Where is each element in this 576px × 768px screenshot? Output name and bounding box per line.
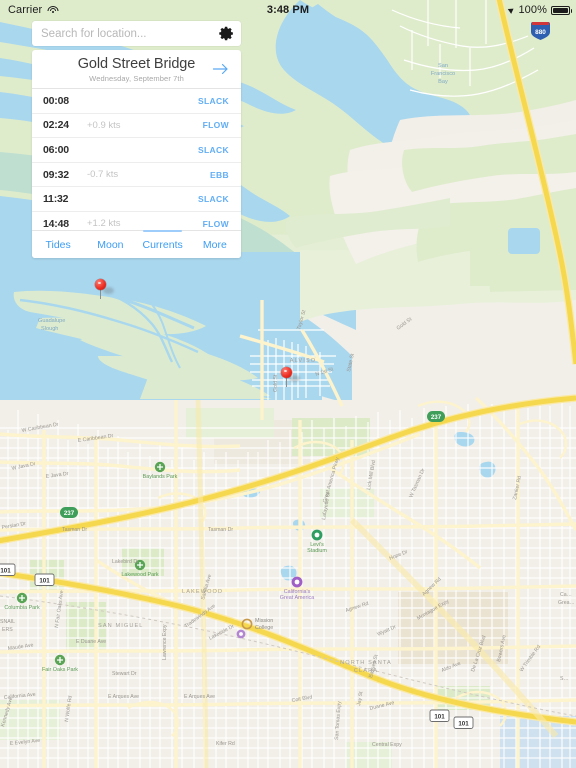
- row-time: 09:32: [43, 168, 69, 181]
- svg-text:Lakebird Dr: Lakebird Dr: [112, 559, 139, 565]
- svg-text:Stewart Dr: Stewart Dr: [112, 671, 137, 677]
- tab-label: Moon: [97, 238, 124, 251]
- table-row[interactable]: 11:32 SLACK: [32, 186, 241, 211]
- svg-text:237: 237: [431, 414, 442, 421]
- svg-text:Columbia Park: Columbia Park: [4, 605, 40, 611]
- tab-label: Currents: [142, 238, 183, 251]
- pin-guadalupe-slough[interactable]: [95, 279, 114, 299]
- location-arrow-icon: [508, 6, 516, 14]
- row-speed: +0.9 kts: [87, 119, 121, 131]
- row-time: 11:32: [43, 193, 69, 206]
- svg-text:College: College: [255, 625, 273, 631]
- table-row[interactable]: 09:32 -0.7 kts EBB: [32, 161, 241, 187]
- gear-icon[interactable]: [218, 25, 235, 42]
- svg-text:Bay: Bay: [438, 79, 448, 85]
- station-title: Gold Street Bridge: [77, 56, 196, 72]
- battery-full-icon: [551, 5, 572, 15]
- row-state: FLOW: [202, 120, 229, 131]
- svg-text:Tasman Dr: Tasman Dr: [208, 527, 233, 533]
- svg-text:NORTH SANTA: NORTH SANTA: [340, 660, 392, 666]
- svg-text:Kifer Rd: Kifer Rd: [216, 741, 235, 747]
- status-bar: Carrier 3:48 PM 100%: [0, 0, 576, 20]
- battery-percent-label: 100%: [518, 4, 547, 16]
- tab-currents[interactable]: Currents: [137, 229, 189, 258]
- svg-text:880: 880: [535, 29, 546, 36]
- search-bar[interactable]: [32, 21, 241, 46]
- row-speed: -0.7 kts: [87, 169, 119, 181]
- svg-text:Ca…: Ca…: [560, 592, 572, 598]
- card-header: Gold Street Bridge Wednesday, September …: [32, 50, 241, 88]
- svg-text:ALVISO: ALVISO: [290, 358, 316, 364]
- svg-text:E Duane Ave: E Duane Ave: [76, 639, 106, 645]
- row-time: 00:08: [43, 94, 69, 107]
- svg-text:Grea…: Grea…: [558, 600, 575, 606]
- pin-head: [281, 367, 292, 378]
- svg-text:Fair Oaks Park: Fair Oaks Park: [42, 667, 78, 673]
- svg-text:Baylands Park: Baylands Park: [143, 474, 178, 480]
- tide-currents-card: Gold Street Bridge Wednesday, September …: [32, 50, 241, 258]
- search-input[interactable]: [41, 27, 218, 40]
- pin-head: [95, 279, 106, 290]
- row-time: 06:00: [43, 143, 69, 156]
- svg-text:Mission: Mission: [255, 618, 273, 624]
- status-bar-clock: 3:48 PM: [266, 4, 310, 16]
- svg-text:Great America: Great America: [280, 595, 314, 601]
- currents-list[interactable]: 00:08 SLACK 02:24 +0.9 kts FLOW 06:00 SL…: [32, 88, 241, 230]
- pin-gold-street-bridge[interactable]: [281, 367, 300, 387]
- row-state: SLACK: [197, 95, 229, 106]
- row-state: EBB: [210, 169, 229, 180]
- tab-label: Tides: [45, 238, 71, 251]
- card-tab-bar[interactable]: Tides Moon Currents More: [32, 229, 241, 258]
- svg-text:101: 101: [39, 578, 50, 585]
- table-row[interactable]: 06:00 SLACK: [32, 137, 241, 162]
- svg-text:Central Expy: Central Expy: [372, 742, 402, 748]
- status-bar-right: 100%: [508, 4, 572, 16]
- svg-text:101: 101: [458, 721, 469, 728]
- svg-text:237: 237: [64, 510, 75, 517]
- svg-text:Slough: Slough: [41, 326, 58, 332]
- svg-text:Gold St: Gold St: [273, 374, 279, 392]
- row-time: 14:48: [43, 217, 69, 230]
- tab-moon[interactable]: Moon: [84, 231, 136, 258]
- svg-text:E Arques Ave: E Arques Ave: [108, 694, 139, 700]
- row-time: 02:24: [43, 119, 69, 132]
- svg-text:ERS: ERS: [2, 627, 13, 633]
- svg-text:Tasman Dr: Tasman Dr: [62, 527, 87, 533]
- row-state: FLOW: [202, 218, 229, 229]
- tab-label: More: [202, 238, 227, 251]
- svg-text:SAN MIGUEL: SAN MIGUEL: [98, 623, 144, 629]
- svg-text:S…: S…: [560, 676, 569, 682]
- svg-text:San: San: [438, 63, 448, 69]
- svg-text:Lakewood Park: Lakewood Park: [121, 572, 158, 578]
- svg-text:SNAIL: SNAIL: [0, 619, 15, 625]
- arrow-right-icon[interactable]: [212, 62, 230, 76]
- svg-text:Lawrence Expy: Lawrence Expy: [162, 624, 168, 660]
- tab-tides[interactable]: Tides: [32, 231, 84, 258]
- svg-text:E Arques Ave: E Arques Ave: [184, 694, 215, 700]
- station-date: Wednesday, September 7th: [89, 74, 184, 83]
- tab-more[interactable]: More: [189, 231, 241, 258]
- row-state: SLACK: [197, 194, 229, 205]
- svg-text:Guadalupe: Guadalupe: [38, 318, 65, 324]
- row-state: SLACK: [197, 144, 229, 155]
- svg-text:101: 101: [0, 568, 11, 575]
- row-speed: +1.2 kts: [87, 218, 121, 230]
- svg-text:Stadium: Stadium: [307, 548, 327, 554]
- table-row[interactable]: 14:48 +1.2 kts FLOW: [32, 210, 241, 230]
- svg-text:Francisco: Francisco: [431, 71, 455, 77]
- svg-text:101: 101: [434, 714, 445, 721]
- table-row[interactable]: 00:08 SLACK: [32, 88, 241, 113]
- table-row[interactable]: 02:24 +0.9 kts FLOW: [32, 112, 241, 138]
